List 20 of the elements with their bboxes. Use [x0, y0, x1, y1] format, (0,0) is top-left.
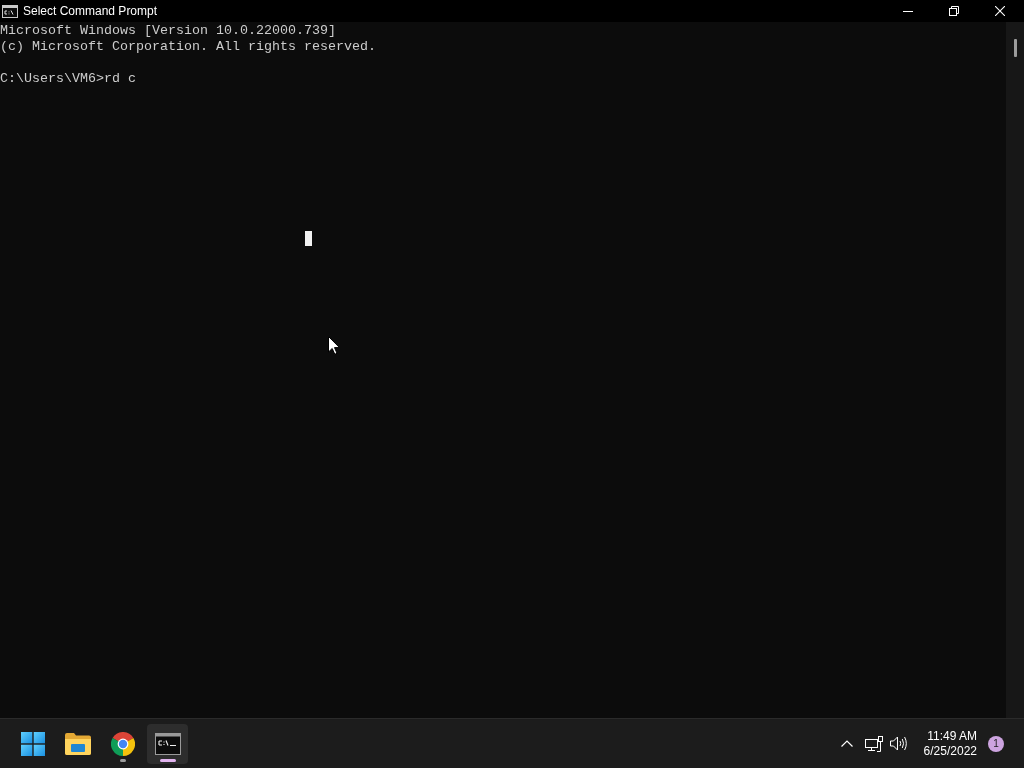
browser-icon: [110, 731, 135, 756]
terminal-icon: [154, 732, 181, 755]
window-title: Select Command Prompt: [23, 4, 158, 18]
network-icon[interactable]: [864, 735, 883, 752]
speaker-icon[interactable]: [889, 736, 907, 751]
close-icon: [995, 6, 1005, 16]
restore-icon: [949, 6, 959, 16]
scrollbar-thumb[interactable]: [1014, 39, 1017, 57]
clock-button[interactable]: 11:49 AM 6/25/2022: [919, 726, 981, 761]
folder-icon: [64, 732, 91, 755]
notification-badge[interactable]: 1: [988, 735, 1004, 752]
minimize-icon: [903, 10, 913, 12]
four-tiles-icon: [20, 731, 45, 756]
mouse-pointer-icon: [328, 336, 340, 355]
console-line: Microsoft Windows [Version 10.0.22000.739]: [0, 23, 337, 39]
chevron-up-icon: [840, 740, 853, 747]
console-command-line: C:\Users\VM6>rd c: [0, 71, 137, 87]
block-cursor: [305, 231, 312, 246]
console-line: (c) Microsoft Corporation. All rights reserved.: [0, 39, 377, 55]
terminal-app-button[interactable]: [147, 723, 188, 764]
